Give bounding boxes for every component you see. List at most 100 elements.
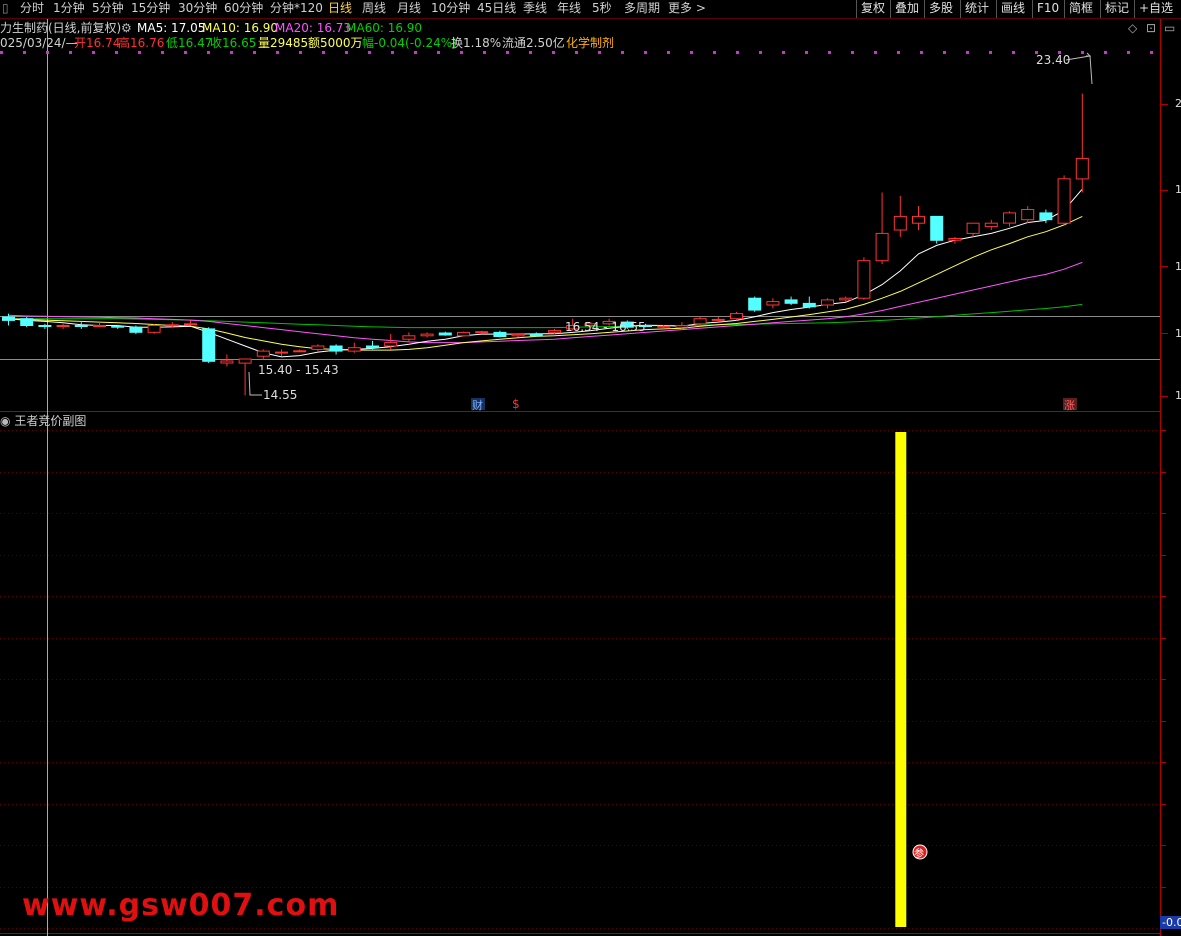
top-dot [598,51,601,54]
top-dot [322,51,325,54]
top-dot [161,51,164,54]
dividend-marker[interactable]: $ [512,397,520,411]
candle-up [220,360,234,364]
candle-down [111,325,125,328]
top-dot [276,51,279,54]
signal-dot-label: 参 [914,849,924,860]
top-dot [230,51,233,54]
top-dot [805,51,808,54]
top-dot [575,51,578,54]
axis-label-1: 2 [1175,97,1181,110]
candle-up [311,345,325,350]
top-dot [621,51,624,54]
top-dot [897,51,900,54]
ma-lines [8,188,1083,358]
candle-up [475,331,489,334]
top-dot [1104,51,1107,54]
candle-up [384,342,398,347]
kline-chart[interactable] [0,0,1181,936]
candle-up [948,238,962,241]
top-dot [874,51,877,54]
candle-down [493,331,507,337]
top-dot [184,51,187,54]
axis-label-4: 1 [1175,327,1181,340]
candle-up [1057,178,1071,224]
ma10-line [8,215,1083,351]
top-dot [299,51,302,54]
sub-settings-icon[interactable]: ◉ [0,414,10,428]
top-dot [920,51,923,54]
top-dot [1127,51,1130,54]
top-dot [115,51,118,54]
top-dot [851,51,854,54]
top-dot [253,51,256,54]
top-dot [46,51,49,54]
limitup-marker[interactable]: 涨 [1064,397,1075,413]
candle-down [438,332,452,336]
candle-up [347,347,361,352]
top-dot [943,51,946,54]
candle-up [857,260,871,299]
candle-down [748,297,762,311]
resistance-range-label: 16.54 - 16.55 [565,320,646,334]
candle-down [202,328,216,362]
top-dot [1081,51,1084,54]
candle-up [511,333,525,337]
axis-label-2: 1 [1175,183,1181,196]
top-dot [391,51,394,54]
top-dot [483,51,486,54]
candle-up [875,232,889,262]
ma5-line [8,188,1083,358]
candle-up [1021,209,1035,221]
candle-down [529,333,543,337]
top-dot [782,51,785,54]
candle-up [675,325,689,328]
sub-chart-layer [895,432,907,927]
finance-marker[interactable]: 财 [472,397,483,413]
top-dot [828,51,831,54]
candles [2,93,1089,396]
top-dot [989,51,992,54]
sub-chart-title-line: ◉ 王者竞价副图 [0,413,86,429]
top-dot [414,51,417,54]
candle-up [293,350,307,353]
high-arrow-head [1086,52,1092,57]
top-dot [460,51,463,54]
candle-up [548,330,561,333]
candle-up [821,299,834,306]
top-dot [667,51,670,54]
axis-label-3: 1 [1175,260,1181,273]
low-price-label: 14.55 [263,388,298,402]
candle-up [402,335,416,340]
candle-down [930,215,944,241]
candle-down [20,318,34,327]
candle-down [2,316,15,321]
candle-up [93,325,106,327]
sub-chart-title[interactable]: 王者竞价副图 [14,414,86,428]
sub-axis-value: -0.0 [1160,916,1181,929]
candle-up [457,331,470,337]
top-dot [138,51,141,54]
candle-up [730,313,743,320]
top-dot [23,51,26,54]
ma20-line [8,261,1083,344]
top-dot [1150,51,1153,54]
signal-bar [895,432,907,927]
top-dot [644,51,647,54]
top-dot [69,51,72,54]
top-dot [92,51,95,54]
candle-up [56,325,70,327]
candle-up [165,324,179,327]
candle-up [238,358,252,364]
candle-down [38,325,52,327]
dash-grid [0,430,1160,929]
candle-down [329,345,343,352]
top-dot [207,51,210,54]
top-dot [0,51,3,54]
candle-up [966,222,980,234]
candle-down [366,345,379,349]
candle-down [784,299,798,304]
candle-up [766,301,780,306]
candle-up [256,350,270,357]
candle-up [893,215,907,231]
